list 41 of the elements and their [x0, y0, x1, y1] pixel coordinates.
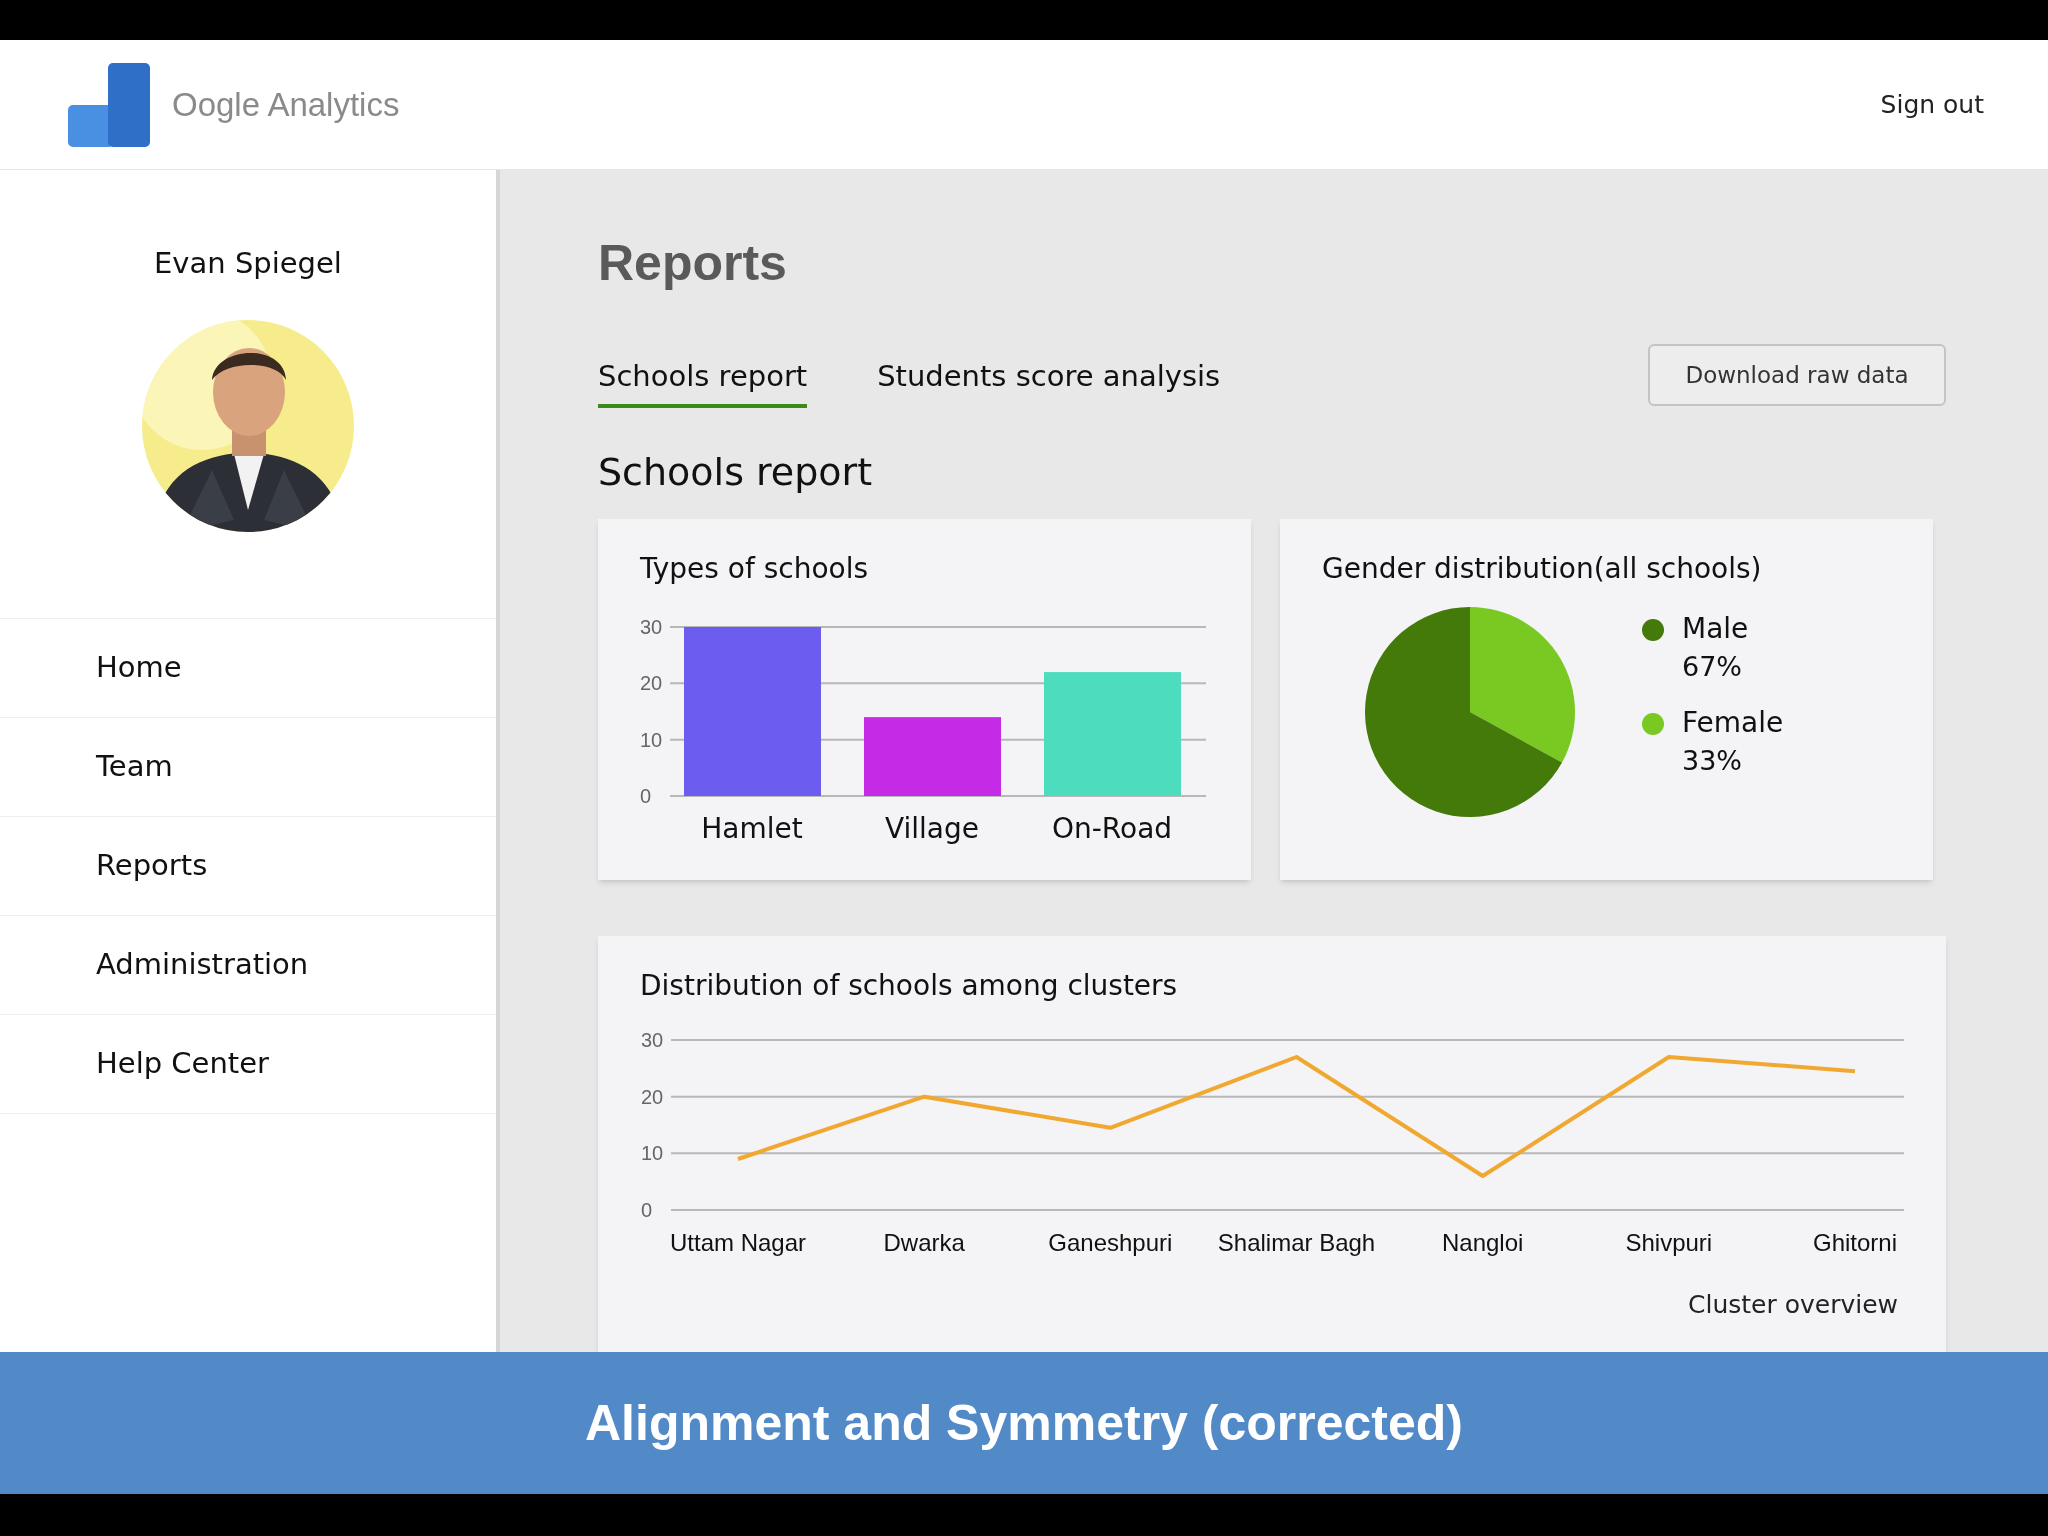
axis-label: 0: [640, 785, 652, 807]
axis-label: 0: [641, 1199, 653, 1221]
page-title: Reports: [598, 234, 788, 293]
nav-item[interactable]: Team: [0, 717, 496, 817]
legend-label: Female: [1682, 705, 1784, 741]
axis-label: 20: [641, 1085, 664, 1108]
logo-icon: [68, 62, 150, 147]
category-label: Ganeshpuri: [1048, 1229, 1173, 1256]
axis-label: 30: [640, 617, 663, 638]
nav-item[interactable]: Home: [0, 618, 496, 718]
axis-label: 10: [640, 728, 663, 751]
nav-item[interactable]: Reports: [0, 816, 496, 916]
nav-item[interactable]: Help Center: [0, 1014, 496, 1114]
category-label: Uttam Nagar: [670, 1229, 806, 1256]
user-name: Evan Spiegel: [153, 245, 343, 282]
tab[interactable]: Students score analysis: [877, 354, 1221, 408]
legend-value: 33%: [1682, 744, 1743, 778]
card-title: Gender distribution(all schools): [1321, 551, 1763, 587]
section-title: Schools report: [598, 449, 874, 496]
category-label: Ghitorni: [1813, 1229, 1897, 1256]
category-label: Hamlet: [701, 812, 803, 845]
category-label: Village: [885, 812, 979, 845]
axis-label: 10: [641, 1142, 664, 1165]
category-label: Shalimar Bagh: [1217, 1229, 1376, 1256]
legend-label: Male: [1682, 611, 1749, 647]
category-label: On-Road: [1051, 812, 1173, 845]
axis-label: 20: [640, 672, 663, 695]
app-name: Oogle Analytics: [172, 84, 400, 125]
nav-item[interactable]: Administration: [0, 915, 496, 1015]
category-label: Shivpuri: [1625, 1229, 1713, 1256]
caption-banner: Alignment and Symmetry (corrected): [0, 1352, 2048, 1494]
axis-label: 30: [641, 1030, 664, 1051]
tab[interactable]: Schools report: [598, 354, 808, 408]
legend-value: 67%: [1682, 650, 1743, 684]
category-label: Nangloi: [1441, 1229, 1524, 1256]
sign-out-link[interactable]: Sign out: [1880, 85, 1984, 124]
card-title: Distribution of schools among clusters: [639, 968, 1179, 1004]
category-label: Dwarka: [883, 1229, 965, 1256]
chart-footer: Cluster overview: [598, 1286, 1946, 1324]
download-button[interactable]: Download raw data: [1648, 344, 1946, 406]
card-title: Types of schools: [639, 551, 870, 587]
